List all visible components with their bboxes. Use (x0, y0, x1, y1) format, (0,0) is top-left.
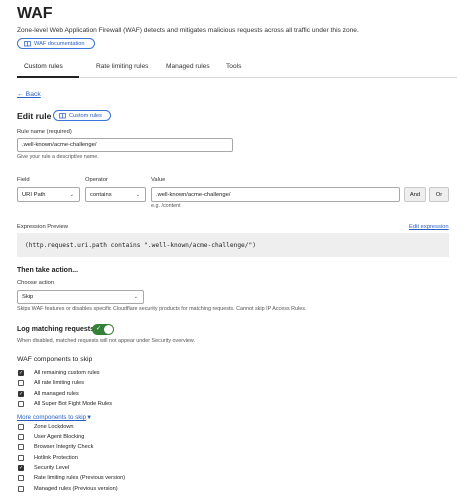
custom-rules-pill-label: Custom rules (69, 112, 102, 119)
checkbox-label: Hotlink Protection (34, 455, 78, 461)
checkbox-hotlink-protection[interactable] (18, 455, 24, 461)
checkbox-label: User Agent Blocking (34, 434, 85, 440)
checkbox-all-remaining-custom-rules[interactable]: ✓ (18, 370, 24, 376)
value-help: e.g. /content (151, 203, 181, 209)
tab-managed-rules[interactable]: Managed rules (166, 63, 210, 70)
log-matching-toggle[interactable]: ✓ (92, 324, 114, 335)
page-title: WAF (17, 5, 53, 22)
or-button[interactable]: Or (429, 187, 449, 202)
edit-rule-heading: Edit rule (17, 111, 52, 121)
action-help: Skips WAF features or disables specific … (17, 306, 307, 312)
choose-action-label: Choose action (17, 280, 55, 286)
more-components-toggle[interactable]: More components to skip▼ (17, 414, 92, 421)
waf-documentation-button[interactable]: WAF documentation (17, 38, 95, 49)
active-tab-indicator (17, 76, 79, 78)
checkbox-label: All Super Bot Fight Mode Rules (34, 401, 113, 407)
caret-down-icon: ▼ (86, 415, 93, 421)
checkbox-rate-limiting-previous[interactable] (18, 475, 24, 481)
rule-name-help: Give your rule a descriptive name. (17, 154, 99, 160)
expression-preview-label: Expression Preview (17, 224, 68, 230)
operator-label: Operator (85, 177, 108, 183)
rule-name-label: Rule name (required) (17, 129, 72, 135)
value-label: Value (151, 177, 166, 183)
checkbox-label: Managed rules (Previous version) (34, 486, 118, 492)
checkbox-label: All rate limiting rules (34, 380, 85, 386)
operator-select[interactable]: contains ⌄ (85, 187, 146, 202)
checkbox-all-managed-rules[interactable]: ✓ (18, 391, 24, 397)
operator-select-value: contains (90, 191, 112, 198)
chevron-down-icon: ⌄ (135, 191, 140, 198)
checkbox-all-rate-limiting-rules[interactable] (18, 380, 24, 386)
field-label: Field (17, 177, 30, 183)
rule-name-input[interactable]: .well-known/acme-challenge/ (17, 138, 233, 152)
checkbox-label: All remaining custom rules (34, 370, 100, 376)
book-icon (59, 112, 66, 119)
checkbox-label: Rate limiting rules (Previous version) (34, 475, 126, 481)
chevron-down-icon: ⌄ (69, 191, 74, 198)
checkmark-icon: ✓ (96, 326, 102, 332)
log-matching-help: When disabled, matched requests will not… (17, 338, 195, 344)
book-icon (24, 40, 31, 47)
checkbox-label: Browser Integrity Check (34, 444, 94, 450)
checkbox-zone-lockdown[interactable] (18, 424, 24, 430)
waf-documentation-label: WAF documentation (34, 40, 85, 47)
checkbox-browser-integrity-check[interactable] (18, 444, 24, 450)
tab-bar: Custom rules Rate limiting rules Managed… (17, 58, 457, 78)
checkbox-security-level[interactable]: ✓ (18, 465, 24, 471)
checkbox-user-agent-blocking[interactable] (18, 434, 24, 440)
and-button[interactable]: And (404, 187, 426, 202)
action-select[interactable]: Skip ⌄ (17, 290, 144, 304)
custom-rules-pill-link[interactable]: Custom rules (53, 110, 111, 121)
tab-tools[interactable]: Tools (226, 63, 241, 70)
checkbox-label: Zone Lockdown (34, 424, 74, 430)
chevron-down-icon: ⌄ (133, 294, 138, 300)
edit-expression-link[interactable]: Edit expression (409, 224, 449, 230)
more-components-label: More components to skip (17, 414, 87, 421)
action-heading: Then take action... (17, 267, 79, 274)
field-select-value: URI Path (22, 191, 46, 198)
field-select[interactable]: URI Path ⌄ (17, 187, 80, 202)
page-subtitle: Zone-level Web Application Firewall (WAF… (17, 27, 359, 34)
checkbox-managed-rules-previous[interactable] (18, 486, 24, 492)
expression-preview-code: (http.request.uri.path contains ".well-k… (17, 233, 449, 257)
tab-custom-rules[interactable]: Custom rules (24, 63, 63, 70)
toggle-knob (104, 325, 113, 334)
checkbox-label: All managed rules (34, 391, 79, 397)
action-select-value: Skip (22, 294, 34, 300)
value-input[interactable]: .well-known/acme-challenge/ (151, 187, 400, 202)
log-matching-label: Log matching requests (17, 326, 95, 333)
checkbox-all-super-bot-fight-mode-rules[interactable] (18, 401, 24, 407)
skip-components-heading: WAF components to skip (17, 356, 93, 363)
tab-rate-limiting-rules[interactable]: Rate limiting rules (96, 63, 148, 70)
back-link[interactable]: ← Back (17, 91, 41, 98)
checkbox-label: Security Level (34, 465, 70, 471)
